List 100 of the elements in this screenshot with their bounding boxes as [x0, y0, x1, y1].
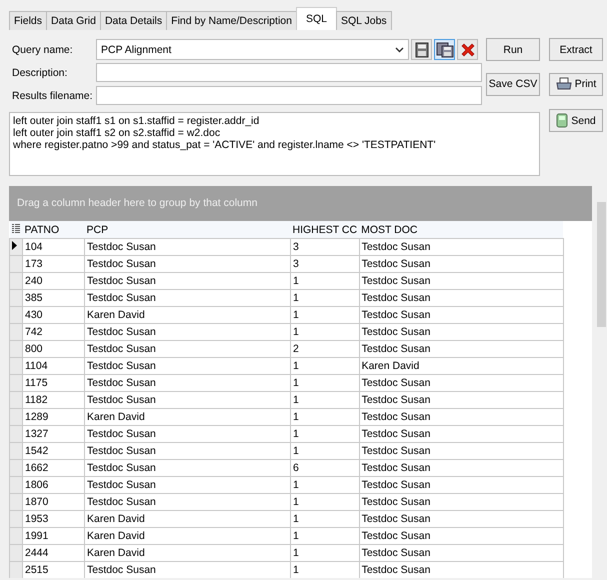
table-cell: Testdoc Susan	[359, 426, 564, 442]
table-cell: 1662	[22, 460, 84, 476]
table-cell: Karen David	[84, 306, 290, 324]
table-cell: Testdoc Susan	[359, 324, 564, 340]
table-cell: Testdoc Susan	[359, 256, 564, 272]
table-cell: 173	[22, 256, 84, 272]
query-name-label: Query name:	[11, 44, 74, 56]
column-chooser-icon[interactable]	[10, 221, 22, 238]
table-cell: Testdoc Susan	[84, 476, 290, 494]
table-cell: 1	[290, 306, 360, 324]
table-cell: 1	[290, 358, 360, 374]
sql-line: left outer join staff1 s1 on s1.staffid = register.addr_id	[13, 115, 260, 127]
table-cell: 1	[290, 408, 360, 426]
table-cell: Testdoc Susan	[359, 238, 564, 256]
table-cell: 430	[22, 306, 84, 324]
tab[interactable]: Fields	[9, 11, 48, 30]
table-cell: 2515	[22, 562, 84, 578]
table-cell: Testdoc Susan	[84, 238, 290, 256]
column-header[interactable]: PCP	[84, 221, 290, 238]
table-cell: 1806	[22, 476, 84, 494]
table-cell: 240	[22, 272, 84, 290]
table-cell: 1	[290, 426, 360, 442]
table-cell: 1327	[22, 426, 84, 442]
save-csv-button[interactable]: Save CSV	[486, 72, 540, 96]
table-cell: Karen David	[84, 544, 290, 562]
table-cell: 385	[22, 290, 84, 306]
table-cell: Testdoc Susan	[84, 562, 290, 578]
table-cell: 3	[290, 238, 360, 256]
table-cell: Testdoc Susan	[359, 528, 564, 544]
table-cell: Testdoc Susan	[359, 392, 564, 408]
table-cell: Testdoc Susan	[84, 324, 290, 340]
table-cell: Testdoc Susan	[84, 442, 290, 460]
column-header[interactable]: PATNO	[22, 221, 84, 238]
table-cell: 1870	[22, 494, 84, 510]
results-filename-field[interactable]	[96, 86, 482, 105]
column-header[interactable]: HIGHEST CC	[290, 221, 360, 238]
table-cell: 1	[290, 476, 360, 494]
extract-button[interactable]: Extract	[549, 38, 603, 61]
save-as-icon-button[interactable]	[434, 39, 455, 60]
table-cell: Karen David	[84, 510, 290, 528]
group-by-panel: Drag a column header here to group by that column	[9, 186, 592, 221]
table-cell: 1991	[22, 528, 84, 544]
table-cell: Karen David	[84, 528, 290, 544]
table-cell: 1	[290, 374, 360, 392]
table-cell: Testdoc Susan	[359, 442, 564, 460]
table-cell: Testdoc Susan	[359, 544, 564, 562]
table-cell: 1953	[22, 510, 84, 528]
sql-line: where register.patno >99 and status_pat = 'ACTIVE' and register.lname <> 'TESTPATIENT'	[13, 139, 437, 151]
delete-icon-button[interactable]	[457, 39, 478, 60]
table-cell: 800	[22, 340, 84, 358]
table-cell: 1182	[22, 392, 84, 408]
table-cell: Testdoc Susan	[359, 306, 564, 324]
table-cell: Testdoc Susan	[359, 460, 564, 476]
table-cell: Testdoc Susan	[359, 510, 564, 528]
tab[interactable]: SQL Jobs	[336, 11, 392, 30]
table-cell: 1	[290, 290, 360, 306]
table-cell: 1542	[22, 442, 84, 460]
table-cell: Testdoc Susan	[359, 272, 564, 290]
printer-icon	[556, 77, 572, 91]
tab[interactable]: Data Grid	[46, 11, 101, 30]
table-cell: Testdoc Susan	[84, 426, 290, 442]
table-cell: Karen David	[84, 408, 290, 426]
table-cell: Testdoc Susan	[84, 340, 290, 358]
column-header[interactable]: MOST DOC	[359, 221, 564, 238]
row-indicator[interactable]	[10, 238, 22, 256]
table-cell: Testdoc Susan	[359, 340, 564, 358]
print-button[interactable]: Print	[549, 72, 603, 96]
table-cell: 6	[290, 460, 360, 476]
tab[interactable]: SQL	[296, 7, 337, 30]
table-cell: 1289	[22, 408, 84, 426]
table-cell: Testdoc Susan	[84, 358, 290, 374]
table-cell: 104	[22, 238, 84, 256]
table-cell: 2	[290, 340, 360, 358]
caret-icon	[395, 46, 404, 52]
table-cell: Testdoc Susan	[359, 494, 564, 510]
table-cell: Testdoc Susan	[84, 494, 290, 510]
table-cell: 742	[22, 324, 84, 340]
table-cell: Testdoc Susan	[84, 374, 290, 392]
sql-editor[interactable]: left outer join staff1 s1 on s1.staffid = register.addr_id left outer join staff1 s2 on s2.staffid = w2.doc where register.patno >99 and status_pat = 'ACTIVE' and register.lname <> 'TESTPATIENT'	[9, 112, 540, 176]
table-cell: Testdoc Susan	[359, 408, 564, 426]
table-cell: 1	[290, 510, 360, 528]
table-cell: 1	[290, 442, 360, 460]
run-button[interactable]: Run	[486, 38, 540, 61]
save-icon-button[interactable]	[411, 39, 432, 60]
table-cell: 1	[290, 562, 360, 578]
table-cell: Testdoc Susan	[84, 290, 290, 306]
table-cell: Testdoc Susan	[359, 476, 564, 494]
table-cell: 2444	[22, 544, 84, 562]
table-cell: Karen David	[359, 358, 564, 374]
send-button[interactable]: Send	[549, 109, 603, 132]
description-field[interactable]	[96, 63, 482, 82]
sql-line: left outer join staff1 s2 on s2.staffid = w2.doc	[13, 127, 222, 139]
query-name-dropdown[interactable]: PCP Alignment	[96, 39, 409, 60]
table-cell: Testdoc Susan	[84, 460, 290, 476]
table-cell: Testdoc Susan	[359, 374, 564, 392]
tab[interactable]: Data Details	[100, 11, 168, 30]
table-cell: Testdoc Susan	[84, 392, 290, 408]
floppy-disks-icon	[436, 42, 454, 58]
device-icon	[556, 113, 568, 128]
tab[interactable]: Find by Name/Description	[166, 11, 297, 30]
